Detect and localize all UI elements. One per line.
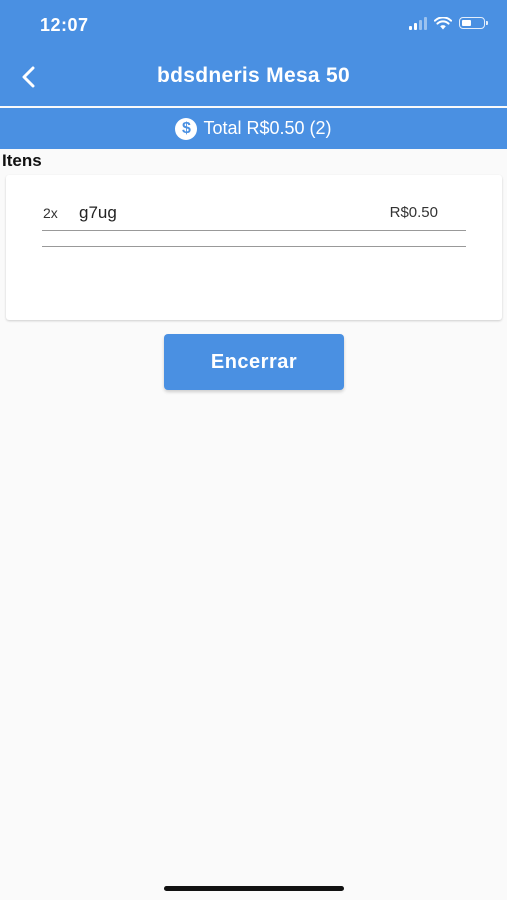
battery-icon bbox=[459, 17, 488, 29]
status-time: 12:07 bbox=[40, 15, 89, 35]
home-indicator bbox=[164, 886, 344, 891]
status-bar: 12:07 bbox=[0, 0, 507, 50]
wifi-icon bbox=[434, 16, 452, 29]
list-divider bbox=[42, 246, 466, 247]
cellular-signal-icon bbox=[409, 16, 427, 30]
total-bar: $ Total R$0.50 (2) bbox=[0, 108, 507, 149]
dollar-circle-icon: $ bbox=[175, 117, 198, 140]
item-price: R$0.50 bbox=[389, 204, 438, 221]
items-card: 2x g7ug R$0.50 bbox=[6, 175, 502, 320]
close-table-button[interactable]: Encerrar bbox=[164, 334, 344, 390]
total-label: Total R$0.50 (2) bbox=[203, 118, 332, 138]
list-item[interactable]: 2x g7ug R$0.50 bbox=[42, 203, 466, 231]
items-section-label: Itens bbox=[2, 151, 42, 170]
item-quantity: 2x bbox=[43, 205, 58, 221]
status-icons bbox=[409, 16, 488, 30]
page-title: bdsdneris Mesa 50 bbox=[156, 64, 350, 87]
app-header: 12:07 bdsdneris Mesa 50 bbox=[0, 0, 507, 106]
item-divider bbox=[42, 230, 466, 231]
item-name: g7ug bbox=[79, 203, 117, 222]
